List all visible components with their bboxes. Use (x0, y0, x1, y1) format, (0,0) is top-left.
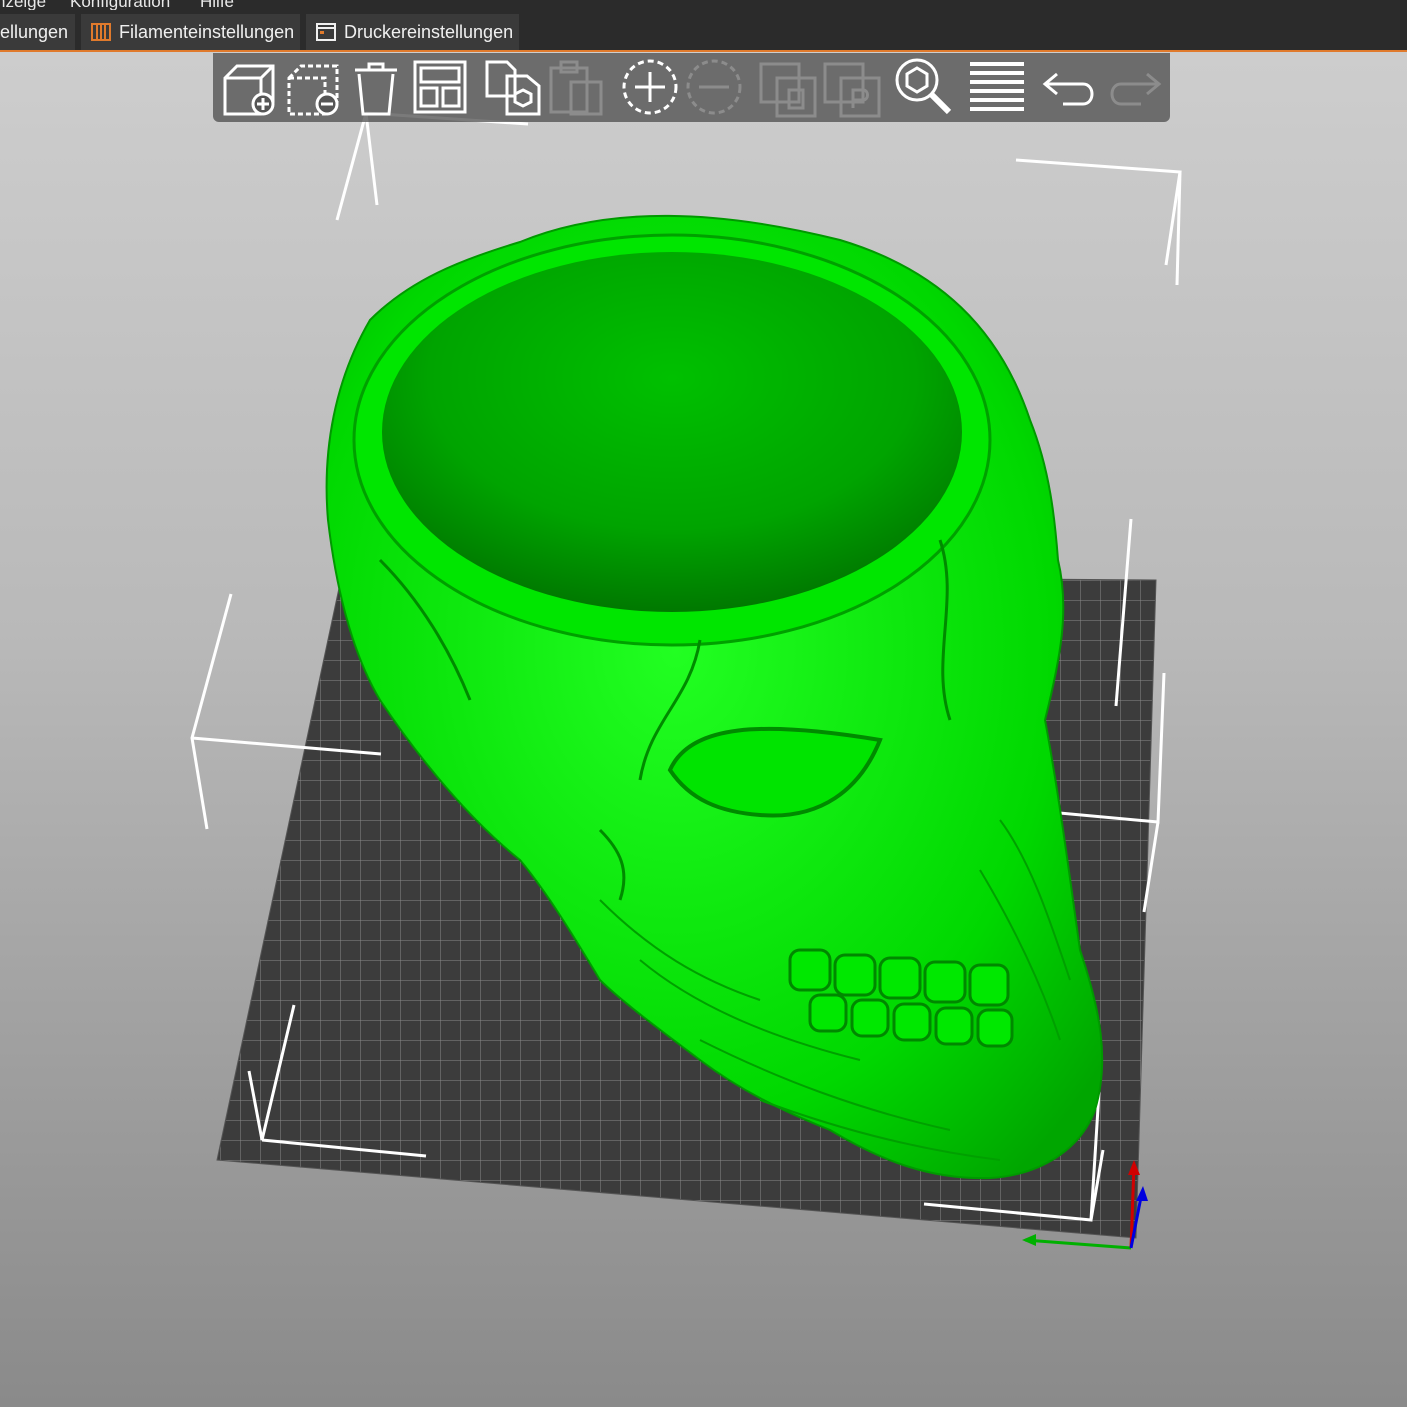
add-object-button[interactable] (217, 56, 279, 118)
menu-konfiguration[interactable]: Konfiguration (70, 0, 170, 10)
remove-instance-button[interactable] (683, 56, 745, 118)
undo-icon (1042, 72, 1094, 106)
add-instance-button[interactable] (619, 56, 681, 118)
bowl-interior (382, 252, 962, 612)
tab-print-settings[interactable]: ellungen (0, 14, 75, 50)
split-parts-icon (823, 62, 881, 118)
menu-bar: nzeige Konfiguration Hilfe (0, 0, 1407, 10)
split-objects-icon (759, 62, 817, 118)
tab-filament-settings[interactable]: Filamenteinstellungen (81, 14, 300, 50)
tab-bar: ellungen Filamenteinstellungen Druckerei… (0, 10, 1407, 52)
copy-icon (485, 60, 541, 116)
delete-all-button[interactable] (345, 56, 407, 118)
delete-object-button[interactable] (281, 56, 343, 118)
tab-printer-settings[interactable]: Druckereinstellungen (306, 14, 519, 50)
paste-icon (549, 60, 603, 116)
add-instance-icon (622, 59, 678, 115)
3d-scene[interactable] (0, 0, 1407, 1407)
split-to-parts-button[interactable] (821, 56, 883, 118)
split-to-objects-button[interactable] (757, 56, 819, 118)
redo-icon (1110, 72, 1162, 106)
add-cube-icon (223, 64, 275, 116)
trash-icon (355, 62, 397, 116)
remove-cube-icon (287, 64, 339, 116)
menu-hilfe[interactable]: Hilfe (200, 0, 234, 10)
menu-ansicht[interactable]: nzeige (0, 0, 46, 10)
paste-button[interactable] (545, 56, 607, 118)
tab-label: Filamenteinstellungen (119, 22, 295, 42)
tab-label: ellungen (0, 22, 69, 42)
layers-icon (970, 62, 1024, 111)
copy-button[interactable] (481, 56, 543, 118)
redo-button[interactable] (1103, 56, 1165, 118)
remove-instance-icon (686, 59, 742, 115)
layers-editing-button[interactable] (966, 56, 1028, 118)
skull-teeth (788, 948, 1014, 1048)
search-button[interactable] (893, 56, 955, 118)
3d-toolbar (213, 53, 1170, 122)
undo-button[interactable] (1039, 56, 1101, 118)
arrange-button[interactable] (409, 56, 471, 118)
search-icon (895, 58, 952, 115)
3d-viewport[interactable] (0, 0, 1407, 1407)
filament-spool-icon (91, 17, 111, 41)
tab-label: Druckereinstellungen (344, 22, 514, 42)
printer-settings-icon (316, 17, 336, 41)
arrange-icon (413, 60, 467, 114)
